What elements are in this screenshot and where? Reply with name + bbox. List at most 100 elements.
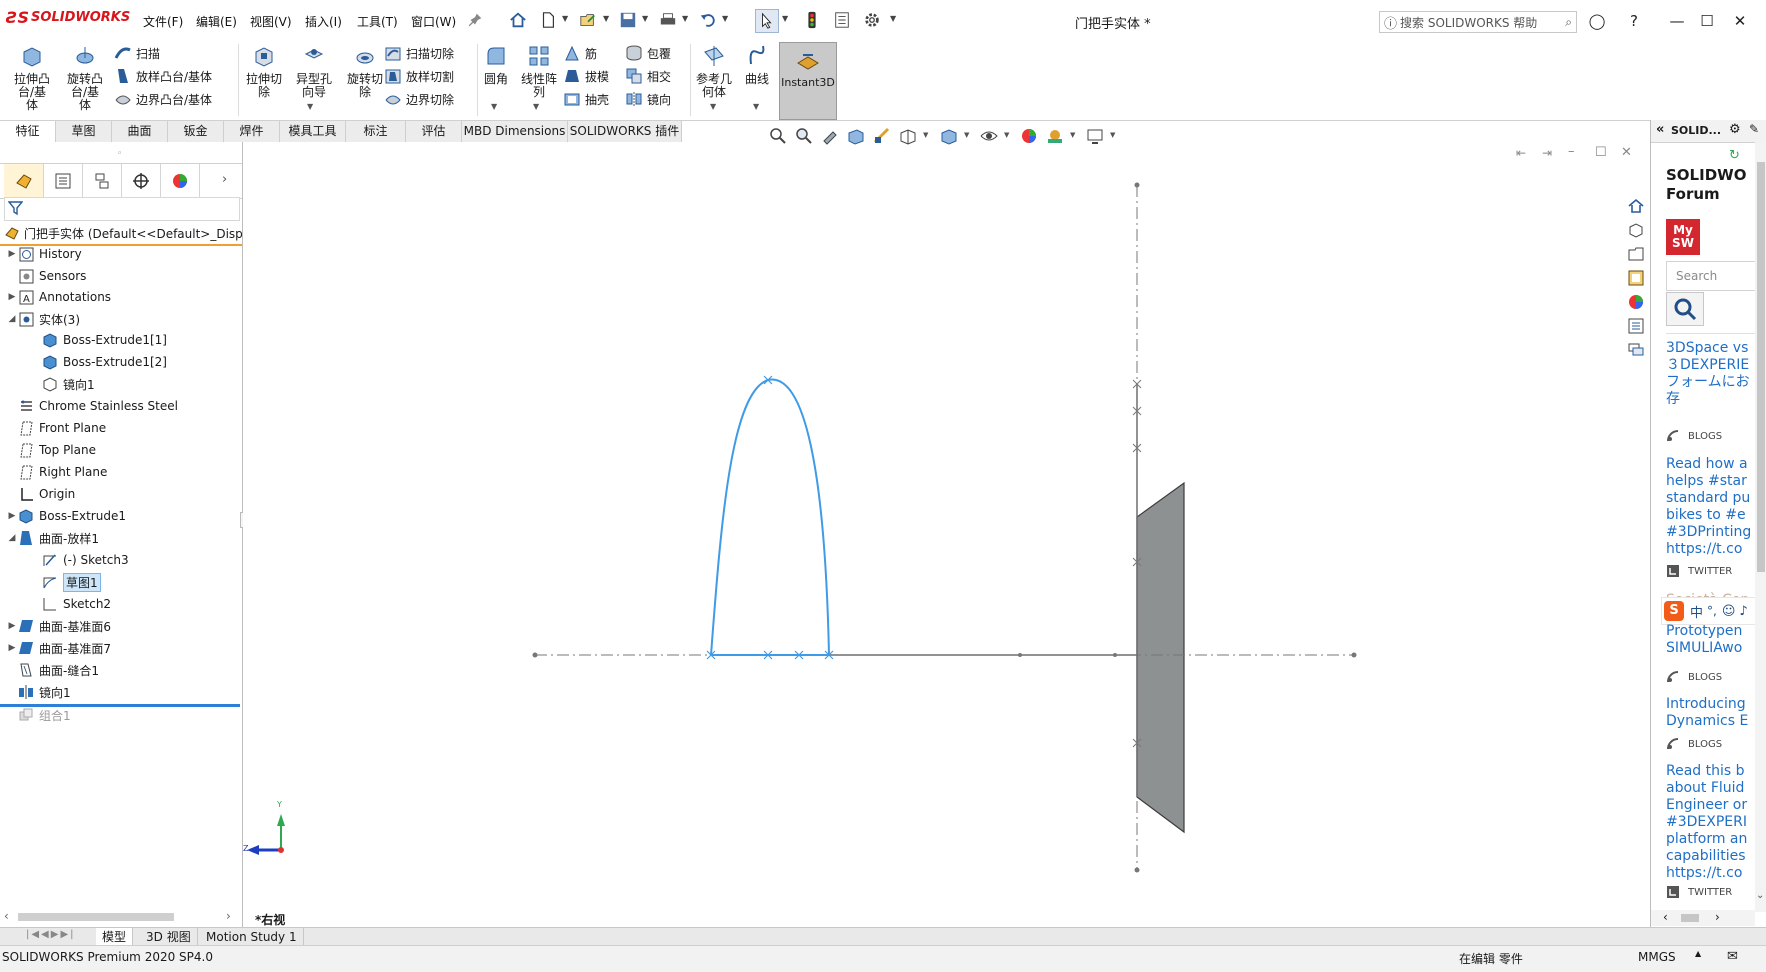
minimize-icon[interactable]: — (1667, 11, 1687, 31)
linear-pattern-dropdown-icon[interactable]: ▼ (533, 102, 539, 111)
tree-item-body[interactable]: 镜向1 (30, 374, 95, 394)
tree-item-sketch[interactable]: Sketch2 (30, 594, 111, 614)
undo-icon[interactable] (697, 9, 719, 31)
hscroll-thumb[interactable] (1681, 914, 1699, 922)
open-icon[interactable] (577, 9, 599, 31)
zoom-to-area-icon[interactable] (793, 126, 815, 146)
apply-scene-dropdown-icon[interactable]: ▼ (1070, 131, 1075, 139)
tree-item-surface-plane[interactable]: ▶ 曲面-基准面7 (6, 638, 111, 658)
hole-wizard-dropdown-icon[interactable]: ▼ (307, 102, 313, 111)
boundary-boss-button[interactable]: 边界凸台/基体 (114, 88, 212, 110)
tree-root-part[interactable]: 门把手实体 (Default<<Default>_Disp (0, 222, 242, 246)
select-icon[interactable] (755, 9, 779, 33)
status-message-icon[interactable]: ✉ (1727, 949, 1738, 964)
loft-boss-button[interactable]: 放样凸台/基体 (114, 65, 212, 87)
help-search-input[interactable]: 搜索 SOLIDWORKS 帮助 (1400, 14, 1537, 31)
feed-link[interactable]: 3DSpace vs ３DEXPERIE フォームにお 存 (1666, 340, 1750, 408)
tree-item-surface-knit[interactable]: 曲面-缝合1 (6, 660, 99, 680)
menu-view[interactable]: 视图(V) (250, 13, 292, 30)
hide-show-dropdown-icon[interactable]: ▼ (1004, 131, 1009, 139)
tree-horizontal-scrollbar[interactable]: ‹ › (0, 908, 242, 926)
extrude-cut-button[interactable]: 拉伸切除 (240, 44, 288, 99)
tab-motion-study[interactable]: Motion Study 1 (200, 928, 304, 946)
wrap-button[interactable]: 包覆 (625, 42, 671, 64)
task-pane-hscrollbar[interactable]: ‹ › (1651, 910, 1755, 926)
menu-insert[interactable]: 插入(I) (305, 13, 342, 30)
solidworks-forum-icon[interactable] (1625, 339, 1647, 361)
solidworks-logo[interactable]: ƧS SOLIDWORKS (6, 8, 130, 27)
tab-features[interactable]: 特征 (0, 121, 56, 142)
open-dropdown-icon[interactable]: ▼ (603, 14, 609, 23)
instant3d-button[interactable]: Instant3D (779, 42, 837, 120)
ime-toolbar[interactable]: S 中 °, ☺ ♪ (1661, 597, 1766, 625)
dynamic-annotation-icon[interactable] (871, 126, 893, 146)
account-icon[interactable]: ◯ (1587, 11, 1607, 31)
print-icon[interactable] (657, 9, 679, 31)
expand-arrow-icon[interactable]: ▶ (6, 621, 18, 631)
print-dropdown-icon[interactable]: ▼ (682, 14, 688, 23)
task-pane-scroll-thumb[interactable] (1757, 162, 1765, 572)
design-library-icon[interactable] (1625, 219, 1647, 241)
property-manager-tab-icon[interactable] (43, 164, 83, 198)
tree-item-sketch[interactable]: (-) Sketch3 (30, 550, 129, 570)
tree-item-top-plane[interactable]: Top Plane (6, 440, 96, 460)
expand-arrow-icon[interactable]: ▶ (6, 292, 18, 302)
view-close-icon[interactable]: ✕ (1621, 145, 1632, 160)
mysw-logo[interactable]: My SW (1666, 219, 1700, 255)
hole-wizard-button[interactable]: 异型孔向导 (290, 44, 338, 99)
feed-link[interactable]: Introducing Dynamics E (1666, 696, 1748, 730)
task-pane-scrollbar[interactable]: ⌄ (1755, 142, 1766, 912)
rebuild-icon[interactable] (801, 9, 823, 31)
tree-item-origin[interactable]: Origin (6, 484, 75, 504)
help-icon[interactable]: ? (1624, 11, 1644, 31)
tree-item-sketch-selected[interactable]: 草图1 (30, 572, 101, 592)
view-restore-left-icon[interactable]: ⇤ (1516, 146, 1526, 160)
tree-item-combine-suppressed[interactable]: 组合1 (6, 705, 71, 725)
scroll-right-icon[interactable]: › (1715, 910, 1720, 924)
tree-item-surface-loft[interactable]: ◢ 曲面-放样1 (6, 528, 99, 548)
reference-geometry-dropdown-icon[interactable]: ▼ (710, 102, 716, 111)
shell-button[interactable]: 抽壳 (563, 88, 609, 110)
forum-search-button[interactable] (1666, 292, 1704, 326)
tab-3d-view[interactable]: 3D 视图 (140, 928, 198, 946)
tree-filter-input[interactable] (4, 197, 240, 221)
display-manager-tab-icon[interactable] (160, 164, 200, 198)
tree-item-sensors[interactable]: Sensors (6, 266, 86, 286)
tree-item-annotations[interactable]: ▶ A Annotations (6, 287, 111, 307)
menu-tools[interactable]: 工具(T) (357, 13, 398, 30)
fillet-dropdown-icon[interactable]: ▼ (491, 102, 497, 111)
tree-item-body[interactable]: Boss-Extrude1[2] (30, 352, 167, 372)
maximize-icon[interactable]: ☐ (1697, 11, 1717, 31)
scroll-right-icon[interactable]: › (226, 909, 231, 923)
curves-dropdown-icon[interactable]: ▼ (753, 102, 759, 111)
scroll-left-icon[interactable]: ‹ (4, 909, 9, 923)
graphics-area[interactable]: Y Z *右视 ⇤ ⇥ – ☐ ✕ (243, 142, 1647, 927)
tab-solidworks-addins[interactable]: SOLIDWORKS 插件 (568, 121, 682, 142)
tab-mold-tools[interactable]: 模具工具 (280, 121, 346, 142)
linear-pattern-button[interactable]: 线性阵列 (516, 44, 562, 99)
view-palette-icon[interactable] (1625, 267, 1647, 289)
tab-weldments[interactable]: 焊件 (224, 121, 280, 142)
rib-button[interactable]: 筋 (563, 42, 597, 64)
extrude-boss-button[interactable]: 拉伸凸台/基体 (8, 44, 56, 112)
mirror-button[interactable]: 镜向 (625, 88, 671, 110)
tree-item-right-plane[interactable]: Right Plane (6, 462, 107, 482)
view-settings-dropdown-icon[interactable]: ▼ (1110, 131, 1115, 139)
help-search-box[interactable]: ⓘ 搜索 SOLIDWORKS 帮助 ⌕ (1379, 11, 1577, 33)
save-icon[interactable] (617, 9, 639, 31)
tree-item-mirror[interactable]: 镜向1 (6, 682, 71, 702)
view-restore-right-icon[interactable]: ⇥ (1542, 146, 1552, 160)
apply-scene-icon[interactable] (1044, 126, 1066, 146)
new-dropdown-icon[interactable]: ▼ (562, 14, 568, 23)
collapse-arrow-icon[interactable]: ◢ (6, 533, 18, 543)
undo-dropdown-icon[interactable]: ▼ (722, 14, 728, 23)
tab-model[interactable]: 模型 (96, 928, 134, 946)
task-pane-pin-icon[interactable]: ✎ (1749, 122, 1759, 136)
lofted-cut-button[interactable]: 放样切割 (384, 65, 454, 87)
ime-punctuation-icon[interactable]: °, (1707, 604, 1717, 618)
curves-button[interactable]: 曲线 (738, 44, 776, 86)
sogou-ime-icon[interactable]: S (1664, 601, 1684, 621)
view-orientation-dropdown-icon[interactable]: ▼ (923, 131, 928, 139)
close-icon[interactable]: ✕ (1730, 11, 1750, 31)
expand-arrow-icon[interactable]: ▶ (6, 643, 18, 653)
